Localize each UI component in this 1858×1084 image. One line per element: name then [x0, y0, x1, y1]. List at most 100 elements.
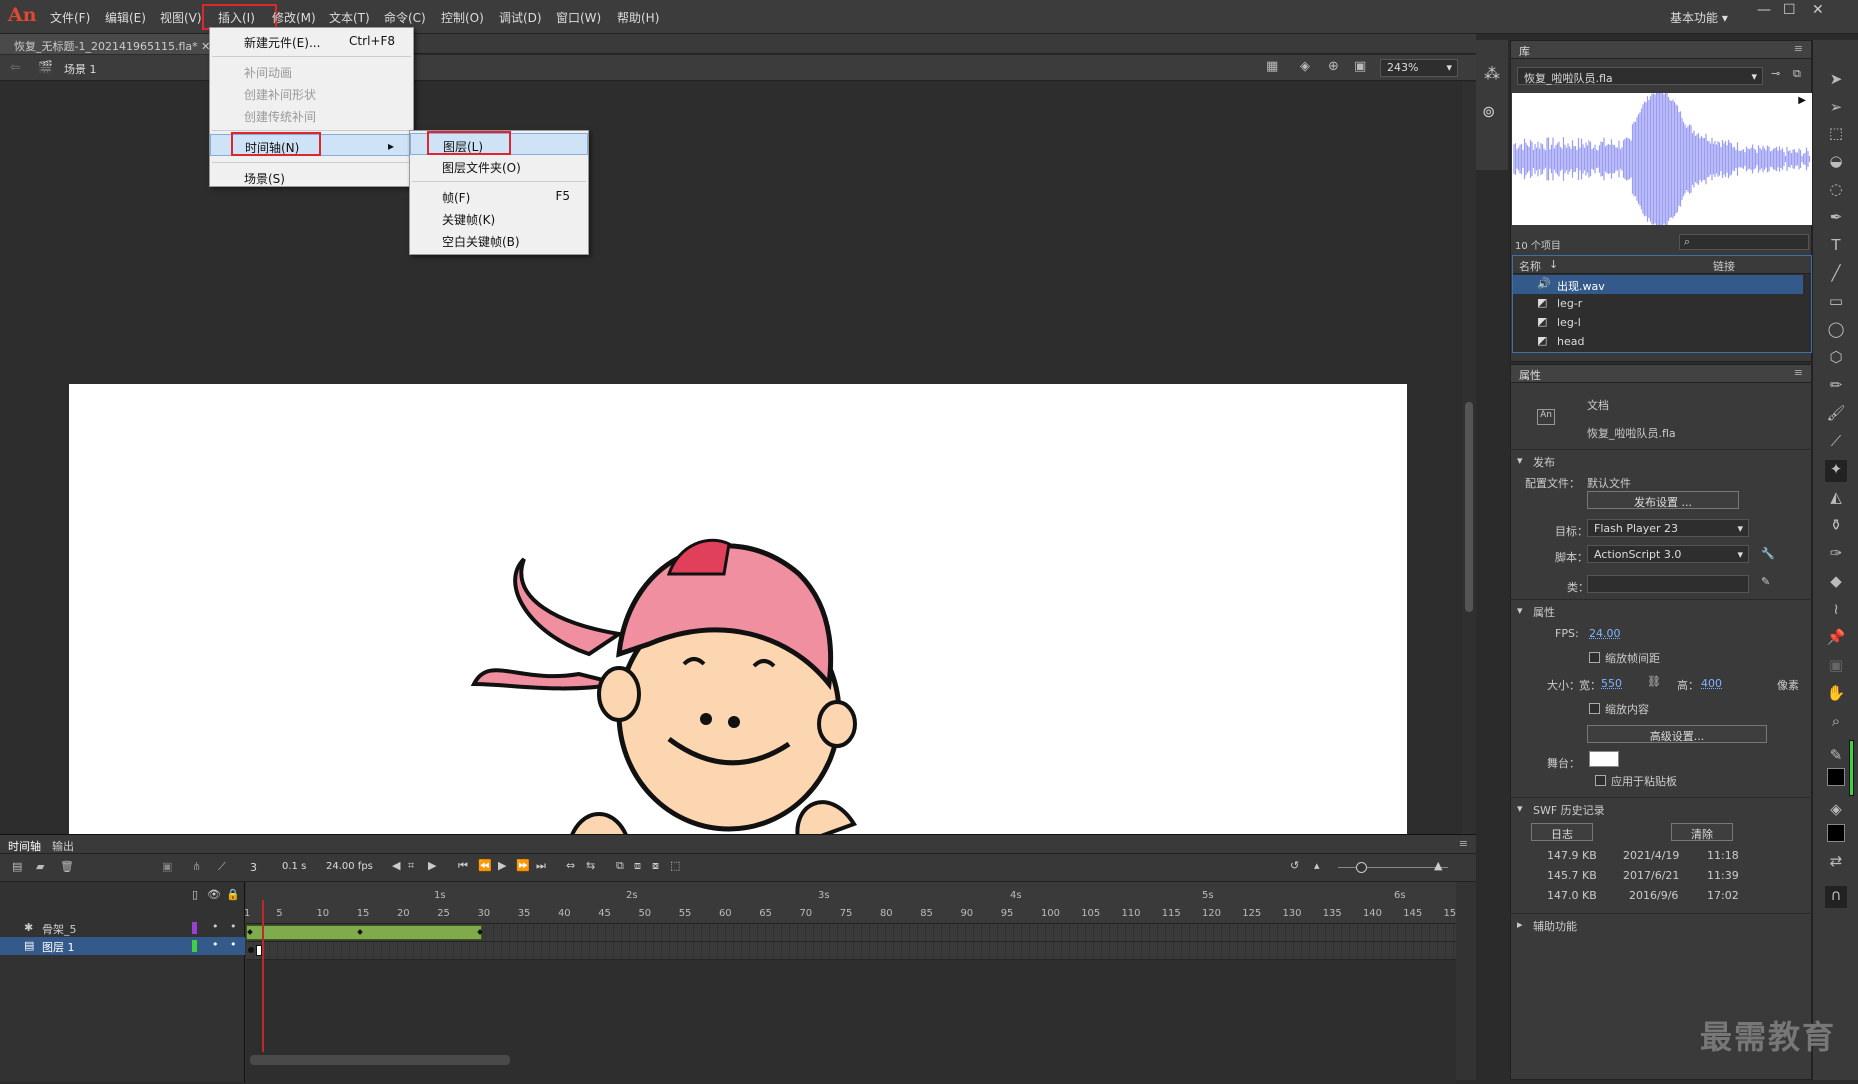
advanced-settings-button[interactable]: 高级设置...	[1587, 725, 1767, 743]
log-button[interactable]: 日志	[1531, 823, 1593, 841]
class-input[interactable]	[1587, 575, 1749, 593]
text-tool-icon[interactable]: T	[1825, 236, 1847, 258]
center-frame-icon[interactable]: ⇆	[586, 859, 595, 872]
layer-row[interactable]: ✱ 骨架_5 • •	[0, 919, 245, 937]
maximize-button[interactable]: ☐	[1783, 2, 1796, 18]
next-frame-icon[interactable]: ⏩	[516, 859, 530, 872]
oval-tool-icon[interactable]: ◯	[1825, 320, 1847, 342]
frame-row[interactable]	[246, 924, 1456, 942]
3d-rotation-icon[interactable]: ◒	[1825, 152, 1847, 174]
section-publish[interactable]: ▾ 发布	[1511, 449, 1813, 471]
section-accessibility[interactable]: ▸ 辅助功能	[1511, 913, 1813, 935]
frame-ruler[interactable]: 1s 2s 3s 4s 5s 6s 1 5 10 15 20 25 30 35 40 45 50 55…	[246, 882, 1456, 924]
motion-presets-icon[interactable]: ⁂	[1484, 64, 1500, 83]
menu-text[interactable]: 文本(T)	[329, 9, 370, 26]
submenu-keyframe[interactable]: 关键帧(K)	[410, 207, 588, 229]
list-item[interactable]: ◩ head	[1513, 332, 1803, 351]
back-arrow-icon[interactable]: ⇦	[10, 60, 20, 74]
new-folder-icon[interactable]: ▰	[36, 860, 44, 873]
swap-colors-icon[interactable]: ⇄	[1825, 852, 1847, 874]
lasso-icon[interactable]: ◌	[1825, 180, 1847, 202]
go-first-icon[interactable]: ⏮	[458, 859, 468, 873]
new-library-icon[interactable]: ⧉	[1793, 67, 1801, 81]
workspace-selector[interactable]: 基本功能 ▾	[1670, 9, 1728, 26]
ink-bottle-icon[interactable]: ⚱	[1825, 516, 1847, 538]
eraser-icon[interactable]: ◆	[1825, 572, 1847, 594]
stage-vertical-scrollbar[interactable]	[1462, 82, 1476, 834]
asset-warp-icon[interactable]: 📌	[1825, 628, 1847, 650]
pencil-icon[interactable]: ✎	[1761, 575, 1770, 588]
panel-menu-icon[interactable]: ≡	[1794, 366, 1803, 379]
frame-rate[interactable]: 24.00 fps	[326, 861, 373, 872]
fill-color-swatch[interactable]	[1827, 824, 1845, 842]
scrollbar-thumb[interactable]	[1465, 402, 1473, 612]
list-item[interactable]: 🔊 出现.wav	[1513, 275, 1803, 294]
playhead[interactable]	[262, 900, 264, 1052]
outline-toggle-icon[interactable]: ▯	[192, 888, 198, 901]
step-forward-icon[interactable]: ▶	[428, 859, 436, 872]
step-back-icon[interactable]: ◀	[392, 859, 400, 872]
list-item[interactable]: ◩ leg-l	[1513, 313, 1803, 332]
prev-frame-icon[interactable]: ⏪	[478, 859, 492, 872]
column-name[interactable]: 名称	[1519, 258, 1541, 274]
section-swf-history[interactable]: ▾ SWF 历史记录	[1511, 797, 1813, 819]
camera-icon[interactable]: ▣	[162, 860, 172, 873]
paint-brush-icon[interactable]: 🖌	[1825, 404, 1847, 426]
minimize-button[interactable]: —	[1757, 2, 1771, 18]
play-icon[interactable]: ▶	[1798, 95, 1806, 106]
wrench-icon[interactable]: 🔧	[1761, 547, 1775, 560]
rectangle-tool-icon[interactable]: ▭	[1825, 292, 1847, 314]
menu-debug[interactable]: 调试(D)	[499, 9, 542, 26]
camera-tool-icon[interactable]: ▣	[1825, 656, 1847, 678]
frame-row[interactable]	[246, 942, 1456, 960]
keyframe[interactable]	[248, 947, 254, 953]
panel-menu-icon[interactable]: ≡	[1794, 42, 1803, 55]
menu-help[interactable]: 帮助(H)	[617, 9, 659, 26]
loop-icon[interactable]: ⇔	[566, 859, 575, 872]
zoom-in-icon[interactable]: ▲	[1434, 859, 1442, 872]
stroke-color-swatch[interactable]	[1827, 768, 1845, 786]
new-layer-icon[interactable]: ▤	[12, 860, 22, 873]
submenu-layer-folder[interactable]: 图层文件夹(O)	[410, 155, 588, 177]
scale-content-checkbox[interactable]	[1589, 703, 1600, 714]
list-item[interactable]: ◩ leg-r	[1513, 294, 1803, 313]
scale-spans-checkbox[interactable]	[1589, 652, 1600, 663]
line-tool-icon[interactable]: ╱	[1825, 264, 1847, 286]
section-attributes[interactable]: ▾ 属性	[1511, 599, 1813, 621]
submenu-blank-keyframe[interactable]: 空白关键帧(B)	[410, 229, 588, 251]
tab-output[interactable]: 输出	[52, 838, 74, 854]
hand-tool-icon[interactable]: ✋	[1825, 684, 1847, 706]
elapsed-time[interactable]: 0.1 s	[282, 861, 306, 872]
close-button[interactable]: ✕	[1812, 2, 1824, 18]
menu-commands[interactable]: 命令(C)	[384, 9, 426, 26]
scene-label[interactable]: 场景 1	[64, 61, 97, 77]
menu-edit[interactable]: 编辑(E)	[105, 9, 146, 26]
subselection-tool-icon[interactable]: ➢	[1825, 98, 1847, 120]
bone-tool-icon[interactable]: ✦	[1825, 460, 1847, 482]
width-tool-icon[interactable]: ≀	[1825, 600, 1847, 622]
current-frame[interactable]: 3	[250, 861, 257, 874]
zoom-slider-handle[interactable]	[1356, 862, 1367, 873]
height-value[interactable]: 400	[1701, 677, 1722, 690]
apply-paste-checkbox[interactable]	[1595, 775, 1606, 786]
stage[interactable]	[69, 384, 1407, 834]
trash-icon[interactable]: 🗑	[60, 860, 74, 873]
eye-icon[interactable]: 👁	[207, 888, 221, 901]
clip-icon[interactable]: ▣	[1354, 59, 1366, 74]
play-icon[interactable]: ▶	[498, 859, 506, 872]
stroke-color-icon[interactable]: ✎	[1825, 746, 1847, 768]
script-select[interactable]: ActionScript 3.0 ▾	[1587, 545, 1749, 563]
menu-view[interactable]: 视图(V)	[160, 9, 202, 26]
menu-modify[interactable]: 修改(M)	[272, 9, 316, 26]
eyedropper-icon[interactable]: ✑	[1825, 544, 1847, 566]
go-last-icon[interactable]: ⏭	[536, 859, 546, 873]
zoom-out-icon[interactable]: ▴	[1314, 859, 1320, 872]
zoom-tool-icon[interactable]: ⌕	[1825, 712, 1847, 734]
menu-control[interactable]: 控制(O)	[441, 9, 484, 26]
fps-value[interactable]: 24.00	[1589, 627, 1621, 640]
polystar-tool-icon[interactable]: ⬡	[1825, 348, 1847, 370]
brush-tool-icon[interactable]: ⟋	[1825, 432, 1847, 454]
menu-file[interactable]: 文件(F)	[50, 9, 90, 26]
parent-icon[interactable]: ⋔	[192, 860, 201, 873]
width-value[interactable]: 550	[1601, 677, 1622, 690]
